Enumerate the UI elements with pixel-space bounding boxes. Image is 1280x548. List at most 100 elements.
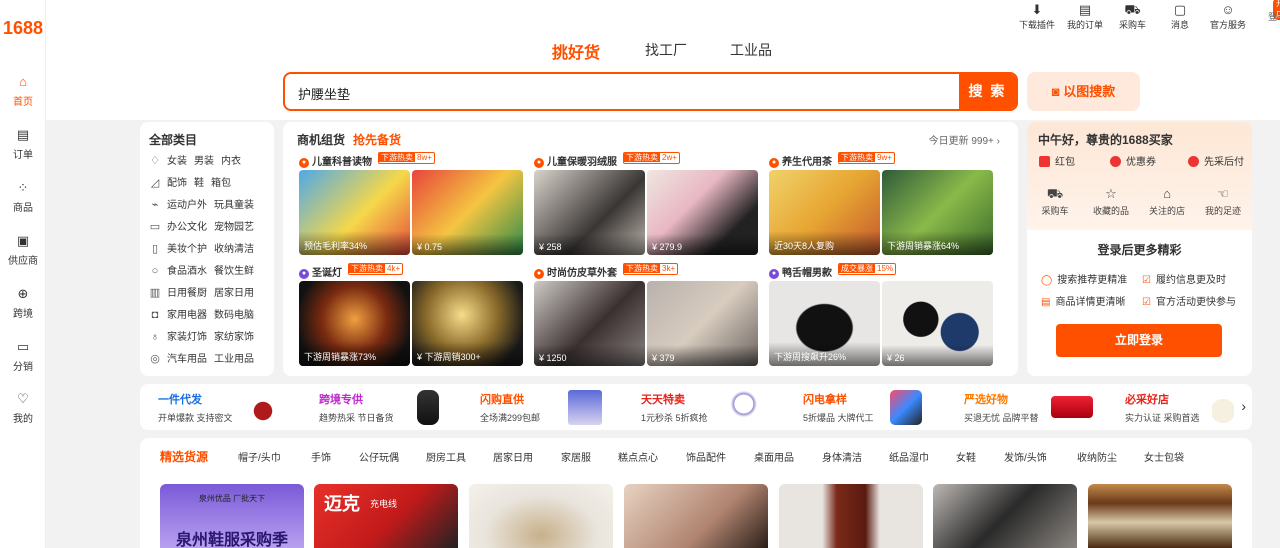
selection-tab[interactable]: 桌面用品: [754, 449, 794, 464]
update-count[interactable]: 今日更新 999+ ›: [929, 132, 1000, 147]
promo-must-buy[interactable]: 必采好店 实力认证 采购首选: [1125, 391, 1200, 424]
category-row[interactable]: ▭ 办公文化 宠物园艺: [148, 218, 261, 233]
category-row[interactable]: ◿ 配饰鞋箱包: [148, 174, 238, 189]
selection-tab[interactable]: 收纳防尘: [1077, 449, 1117, 464]
product-image[interactable]: 预估毛利率34%: [299, 170, 410, 255]
product-image[interactable]: 下游周销暴涨73%: [299, 281, 410, 366]
pay-later-link[interactable]: 先采后付: [1188, 153, 1244, 168]
category-row[interactable]: ○ 食品酒水 餐饮生鲜: [148, 262, 261, 277]
sidebar-item-orders[interactable]: ▤ 订单: [0, 127, 46, 161]
opportunity-subtitle[interactable]: 抢先备货: [353, 131, 401, 148]
hot-badge: 下游热卖 4k+: [348, 263, 404, 275]
promo-selected[interactable]: 严选好物 买退无忧 品牌平替: [964, 391, 1039, 424]
product-image[interactable]: 近30天8人复购: [769, 170, 880, 255]
category-row[interactable]: ▯ 美妆个护 收纳清洁: [148, 240, 261, 255]
product-group[interactable]: ● 儿童科普读物 下游热卖 8w+ 预估毛利率34% ¥ 0.75: [297, 152, 525, 257]
sidebar-item-crossborder[interactable]: ⊕ 跨境: [0, 286, 46, 320]
appliance-icon: ◘: [151, 309, 159, 321]
selection-banner[interactable]: 泉州优品 厂批天下 泉州鞋服采购季: [160, 484, 304, 548]
sidebar-item-home[interactable]: ⌂ 首页: [0, 74, 46, 108]
category-row[interactable]: ♢ 女装 男装 内衣: [148, 152, 248, 167]
toolbar-cart[interactable]: ⛟ 采购车: [1119, 2, 1146, 31]
selection-tab[interactable]: 饰品配件: [686, 449, 726, 464]
logo[interactable]: 1688: [0, 18, 46, 39]
folder-icon: ▭: [16, 339, 30, 354]
coupon-link[interactable]: 优惠券: [1110, 153, 1156, 168]
promo-image: [1051, 396, 1093, 418]
product-image[interactable]: ¥ 279.9: [647, 170, 758, 255]
selection-product-image[interactable]: [779, 484, 923, 548]
selection-tab[interactable]: 公仔玩偶: [359, 449, 399, 464]
product-group[interactable]: ● 养生代用茶 下游热卖 9w+ 近30天8人复购 下游周销暴涨64%: [767, 152, 995, 257]
selection-product-image[interactable]: [624, 484, 768, 548]
product-image[interactable]: 下游周销暴涨64%: [882, 170, 993, 255]
toolbar-my-orders[interactable]: ▤ 我的订单: [1067, 2, 1103, 31]
product-image[interactable]: ¥ 26: [882, 281, 993, 366]
child-icon: ●: [534, 158, 544, 168]
product-image[interactable]: ¥ 1250: [534, 281, 645, 366]
toolbar-official-service[interactable]: ☺ 官方服务: [1210, 2, 1246, 31]
selection-tab[interactable]: 女鞋: [956, 449, 976, 464]
grid-icon: ⁘: [17, 180, 29, 195]
quick-followed-shops[interactable]: ⌂ 关注的店: [1142, 186, 1192, 217]
category-row[interactable]: ▥ 日用餐厨 居家日用: [148, 284, 261, 299]
selection-tab[interactable]: 手饰: [311, 449, 331, 464]
toolbar-messages[interactable]: ▢ 消息: [1171, 2, 1189, 31]
selection-tab[interactable]: 厨房工具: [426, 449, 466, 464]
toolbar-download-plugin[interactable]: ⬇ 下载插件: [1019, 2, 1055, 31]
promo-dropship[interactable]: 一件代发 开单爆款 支持密文: [158, 391, 233, 424]
category-row[interactable]: ◘ 家用电器 数码电脑: [148, 306, 261, 321]
search-button[interactable]: 搜 索: [959, 74, 1016, 109]
promo-crossborder[interactable]: 跨境专供 趋势热采 节日备货: [319, 391, 394, 424]
promo-daily-sale[interactable]: 天天特卖 1元秒杀 5折疯抢: [641, 391, 708, 424]
tab-pick-goods[interactable]: 挑好货: [552, 39, 600, 63]
category-row[interactable]: ◎ 汽车用品 工业用品: [148, 350, 261, 365]
chevron-right-icon[interactable]: ›: [1241, 398, 1246, 414]
selection-tab[interactable]: 糕点点心: [618, 449, 658, 464]
tab-industrial[interactable]: 工业品: [730, 40, 772, 60]
sidebar-item-products[interactable]: ⁘ 商品: [0, 180, 46, 214]
hot-badge: 成交暴涨 15%: [838, 263, 897, 275]
product-group[interactable]: ● 圣诞灯 下游热卖 4k+ 下游周销暴涨73% ¥ 下游周销300+: [297, 263, 525, 368]
product-group[interactable]: ● 儿童保暖羽绒服 下游热卖 2w+ ¥ 258 ¥ 279.9: [532, 152, 760, 257]
product-image[interactable]: 下游周搜飙升26%: [769, 281, 880, 366]
product-image[interactable]: ¥ 下游周销300+: [412, 281, 523, 366]
quick-cart[interactable]: ⛟ 采购车: [1030, 186, 1080, 217]
search-input[interactable]: 护腰坐垫: [298, 84, 350, 103]
login-link[interactable]: 登录: [1268, 10, 1280, 23]
category-row[interactable]: ♁ 家装灯饰 家纺家饰: [148, 328, 261, 343]
selection-tab[interactable]: 帽子/头巾: [238, 449, 281, 464]
promo-image: [890, 390, 922, 425]
login-button[interactable]: 立即登录: [1056, 324, 1222, 357]
sidebar-item-distribution[interactable]: ▭ 分销: [0, 339, 46, 373]
promo-flash-direct[interactable]: 闪购直供 全场满299包邮: [480, 391, 540, 424]
promo-sample[interactable]: 闪电拿样 5折爆品 大牌代工: [803, 391, 874, 424]
selection-tab[interactable]: 居家日用: [493, 449, 533, 464]
selection-product-image[interactable]: [469, 484, 613, 548]
product-image[interactable]: ¥ 379: [647, 281, 758, 366]
selection-product-image[interactable]: [1088, 484, 1232, 548]
product-group[interactable]: ● 鸭舌帽男款 成交暴涨 15% 下游周搜飙升26% ¥ 26: [767, 263, 995, 368]
selection-tab[interactable]: 发饰/头饰: [1004, 449, 1047, 464]
selection-banner[interactable]: 迈克 充电线: [314, 484, 458, 548]
quick-favorites[interactable]: ☆ 收藏的品: [1086, 186, 1136, 217]
pay-later-icon: [1188, 156, 1199, 167]
hot-badge: 下游热卖 8w+: [378, 152, 435, 164]
selection-product-image[interactable]: [933, 484, 1077, 548]
red-packet-link[interactable]: 红包: [1039, 153, 1075, 168]
selection-tab[interactable]: 身体清洁: [822, 449, 862, 464]
tab-find-factory[interactable]: 找工厂: [645, 40, 687, 60]
sidebar-item-mine[interactable]: ♡ 我的: [0, 391, 46, 425]
selection-tab[interactable]: 女士包袋: [1144, 449, 1184, 464]
category-row[interactable]: ⌁ 运动户外 玩具童装: [148, 196, 261, 211]
quick-footprints[interactable]: ☜ 我的足迹: [1198, 186, 1248, 217]
product-image[interactable]: ¥ 0.75: [412, 170, 523, 255]
image-search-button[interactable]: ◙ 以图搜款: [1027, 72, 1140, 111]
product-group[interactable]: ● 时尚仿皮草外套 下游热卖 3k+ ¥ 1250 ¥ 379: [532, 263, 760, 368]
star-icon: ☆: [1105, 186, 1117, 201]
sidebar-item-suppliers[interactable]: ▣ 供应商: [0, 233, 46, 267]
left-sidebar: 1688 ⌂ 首页 ▤ 订单 ⁘ 商品 ▣ 供应商 ⊕ 跨境 ▭ 分销 ♡ 我的: [0, 0, 46, 548]
product-image[interactable]: ¥ 258: [534, 170, 645, 255]
selection-tab[interactable]: 家居服: [561, 449, 591, 464]
selection-tab[interactable]: 纸品湿巾: [889, 449, 929, 464]
